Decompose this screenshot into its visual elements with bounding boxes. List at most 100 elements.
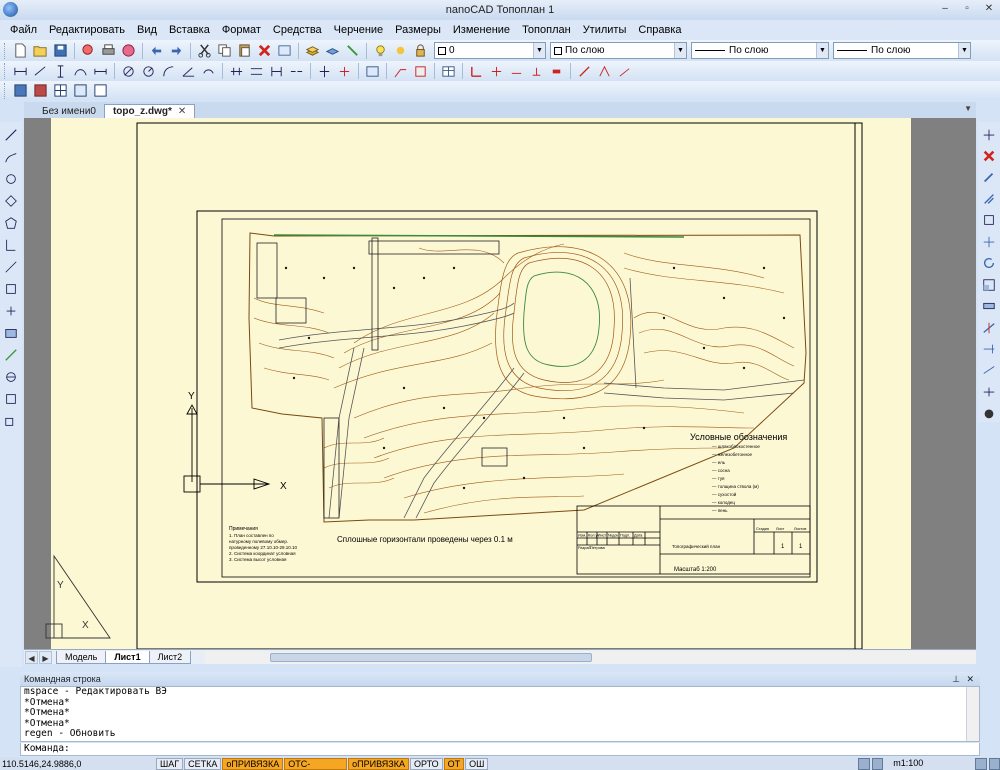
polyline-icon[interactable] — [2, 148, 20, 166]
delete-icon[interactable] — [255, 41, 274, 60]
ucs-object-icon[interactable] — [527, 62, 546, 81]
spline-icon[interactable] — [2, 236, 20, 254]
redo-icon[interactable] — [167, 41, 186, 60]
arc-icon[interactable] — [2, 258, 20, 276]
center-mark-icon[interactable] — [335, 62, 354, 81]
toolbar-grip[interactable] — [4, 63, 7, 79]
toggle-osnap-3d[interactable]: оПРИВЯЗКА — [348, 757, 409, 770]
layer-states-icon[interactable] — [323, 41, 342, 60]
tab-model[interactable]: Модель — [56, 650, 107, 664]
menu-modify[interactable]: Изменение — [447, 24, 516, 36]
ordinate-dimension-icon[interactable] — [51, 62, 70, 81]
trim-icon[interactable] — [980, 319, 998, 336]
break-icon[interactable] — [980, 362, 998, 379]
menu-draw[interactable]: Черчение — [328, 24, 390, 36]
erase-icon[interactable] — [980, 147, 998, 164]
paper-space-icon[interactable] — [871, 757, 884, 770]
color-dropdown[interactable]: По слою ▼ — [550, 42, 687, 59]
layer-match-icon[interactable] — [343, 41, 362, 60]
arc-length-icon[interactable] — [71, 62, 90, 81]
menu-utilities[interactable]: Утилиты — [577, 24, 633, 36]
table-icon[interactable] — [439, 62, 458, 81]
toolbar-grip[interactable] — [4, 42, 7, 59]
angular-dimension-icon[interactable] — [179, 62, 198, 81]
multileader-icon[interactable] — [411, 62, 430, 81]
command-input[interactable]: Команда: — [20, 743, 980, 756]
extend-icon[interactable] — [980, 340, 998, 357]
offset-icon[interactable] — [980, 212, 998, 229]
model-space-icon[interactable] — [858, 757, 870, 770]
ucs-view-icon[interactable] — [547, 62, 566, 81]
continue-dimension-icon[interactable] — [227, 62, 246, 81]
toggle-ortho[interactable]: ОРТО — [409, 757, 443, 770]
join-icon[interactable] — [980, 383, 998, 400]
toggle-osnap[interactable]: оПРИВЯЗКА — [222, 757, 284, 770]
leader-icon[interactable] — [391, 62, 410, 81]
scrollbar-thumb[interactable] — [270, 652, 593, 662]
quick-dimension-icon[interactable] — [247, 62, 266, 81]
command-scrollbar[interactable] — [966, 687, 979, 741]
match-properties-icon[interactable] — [275, 41, 294, 60]
mirror-icon[interactable] — [980, 190, 998, 207]
measure-icon[interactable] — [2, 346, 20, 364]
drawing-canvas[interactable]: Условные обозначения — шлакоблокостенное… — [24, 118, 976, 649]
tolerance-icon[interactable] — [315, 62, 334, 81]
paste-icon[interactable] — [235, 41, 254, 60]
viewport-close-icon[interactable] — [31, 81, 50, 100]
doc-tab-topo[interactable]: topo_z.dwg* ✕ — [103, 104, 196, 118]
stretch-icon[interactable] — [980, 297, 998, 314]
close-button[interactable]: ✕ — [980, 2, 998, 17]
toggle-polar[interactable]: ОТ — [443, 757, 465, 770]
linear-dimension-icon[interactable] — [11, 62, 30, 81]
linetype-dropdown[interactable]: По слою ▼ — [691, 42, 829, 59]
menu-topoplan[interactable]: Топоплан — [516, 24, 577, 36]
line-icon[interactable] — [2, 126, 20, 144]
array-icon[interactable] — [980, 233, 998, 250]
print-preview-icon[interactable] — [79, 41, 98, 60]
ucs-world-icon[interactable] — [507, 62, 526, 81]
close-tab-icon[interactable]: ✕ — [178, 106, 186, 117]
dimension-break-icon[interactable] — [287, 62, 306, 81]
menu-insert[interactable]: Вставка — [163, 24, 216, 36]
dimension-space-icon[interactable] — [267, 62, 286, 81]
new-file-icon[interactable] — [11, 41, 30, 60]
menu-help[interactable]: Справка — [632, 24, 687, 36]
save-icon[interactable] — [51, 41, 70, 60]
polygon-icon[interactable] — [2, 214, 20, 232]
clean-screen-icon[interactable] — [988, 757, 1000, 770]
undo-icon[interactable] — [147, 41, 166, 60]
bulb-icon[interactable] — [371, 41, 390, 60]
tab-nav-left-icon[interactable]: ◀ — [25, 650, 38, 664]
doc-tab-unnamed[interactable]: Без имени0 — [34, 105, 104, 118]
viewport-layout-icon[interactable] — [71, 81, 90, 100]
annotation-scale[interactable]: m1:100 — [883, 758, 933, 770]
viewport-frame-icon[interactable] — [91, 81, 110, 100]
menu-view[interactable]: Вид — [131, 24, 163, 36]
sun-icon[interactable] — [391, 41, 410, 60]
diameter-icon[interactable] — [119, 62, 138, 81]
ucs-origin-icon[interactable] — [487, 62, 506, 81]
tab-sheet2[interactable]: Лист2 — [148, 650, 192, 664]
tab-nav-right-icon[interactable]: ▶ — [39, 650, 52, 664]
minimize-button[interactable]: – — [936, 2, 954, 17]
close-icon[interactable]: ✕ — [966, 672, 974, 686]
toggle-snap[interactable]: ШАГ — [156, 757, 184, 770]
cut-icon[interactable] — [195, 41, 214, 60]
lock-toolbar-icon[interactable] — [975, 757, 987, 770]
toggle-grid[interactable]: СЕТКА — [184, 757, 222, 770]
app-icon[interactable] — [3, 2, 18, 17]
radius-icon[interactable] — [139, 62, 158, 81]
menu-file[interactable]: Файл — [4, 24, 43, 36]
toggle-otrack[interactable]: ОТС-ОБЪЕКТ — [284, 757, 348, 770]
ucs-marker-icon[interactable] — [467, 62, 486, 81]
open-folder-icon[interactable] — [31, 41, 50, 60]
point-icon[interactable] — [2, 302, 20, 320]
jogged-radius-icon[interactable] — [159, 62, 178, 81]
circle-icon[interactable] — [2, 170, 20, 188]
copy-icon[interactable] — [215, 41, 234, 60]
lock-icon[interactable] — [411, 41, 430, 60]
copy-objects-icon[interactable] — [980, 169, 998, 186]
horizontal-scrollbar[interactable] — [205, 650, 976, 664]
region-icon[interactable] — [2, 280, 20, 298]
layer-dropdown[interactable]: 0 ▼ — [434, 42, 546, 59]
